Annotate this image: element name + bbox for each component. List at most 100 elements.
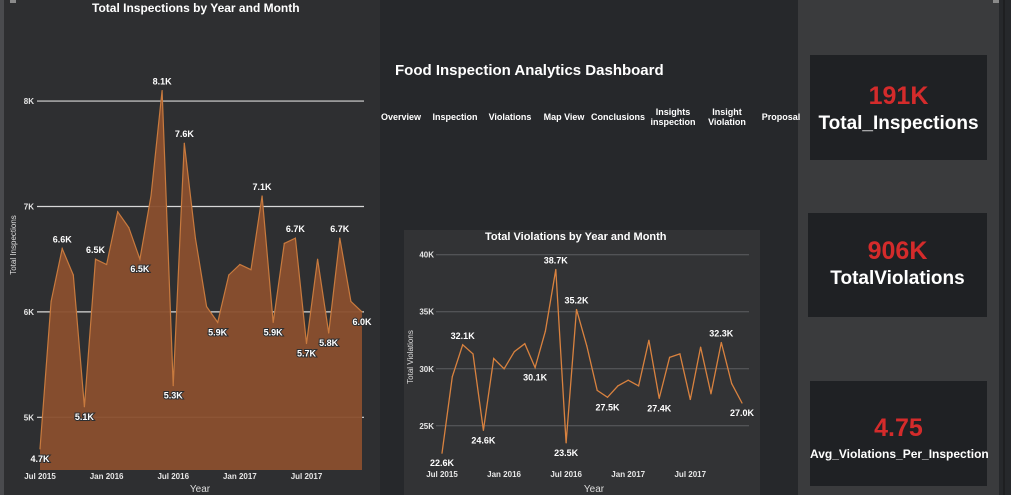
data-label: 27.5K <box>596 402 621 412</box>
data-label: 7.1K <box>253 182 273 192</box>
y-tick-label: 25K <box>419 422 434 431</box>
data-point <box>328 332 330 334</box>
data-point <box>648 339 650 341</box>
data-point <box>83 406 86 408</box>
data-point <box>228 274 230 276</box>
data-point <box>150 195 152 197</box>
x-tick-label: Jan 2017 <box>223 472 257 481</box>
data-label: 5.9K <box>264 327 284 337</box>
data-point <box>72 274 74 276</box>
data-point <box>637 385 640 387</box>
x-tick-label: Jul 2017 <box>291 472 323 481</box>
nav-bar: Overview Inspection Violations Map View … <box>380 101 800 141</box>
data-label: 6.5K <box>86 245 106 255</box>
nav-map-view[interactable]: Map View <box>544 112 585 122</box>
data-point <box>217 321 219 324</box>
data-label: 27.4K <box>647 403 672 413</box>
dashboard-title: Food Inspection Analytics Dashboard <box>395 62 664 79</box>
data-point <box>606 396 609 398</box>
data-label: 7.6K <box>175 129 195 139</box>
kpi-total-violations-value: 906K <box>867 237 928 265</box>
data-label: 35.2K <box>564 295 589 305</box>
y-tick-label: 30K <box>419 365 434 374</box>
data-point <box>261 195 263 197</box>
data-label: 38.7K <box>544 256 569 266</box>
nav-proposal[interactable]: Proposal <box>762 112 801 122</box>
data-point <box>710 393 712 395</box>
data-point <box>513 351 516 353</box>
y-tick-label: 7K <box>24 202 34 211</box>
right-edge-strip <box>999 0 1011 495</box>
data-point <box>741 402 743 404</box>
kpi-card-total-violations: 906K TotalViolations <box>808 213 987 317</box>
data-point <box>555 268 557 271</box>
y-tick-label: 5K <box>24 413 34 422</box>
data-point <box>139 258 141 260</box>
data-point <box>350 300 352 302</box>
data-point <box>39 448 41 450</box>
data-point <box>462 344 464 346</box>
data-point <box>731 382 733 385</box>
x-tick-label: Jul 2016 <box>550 470 582 479</box>
data-point <box>239 263 241 266</box>
data-point <box>294 237 296 239</box>
x-tick-label: Jan 2016 <box>487 470 521 479</box>
data-point <box>283 242 285 244</box>
nav-overview[interactable]: Overview <box>381 112 421 122</box>
data-point <box>441 452 443 454</box>
data-point <box>627 379 629 381</box>
data-point <box>451 376 453 378</box>
x-tick-label: Jan 2016 <box>90 472 124 481</box>
y-tick-label: 6K <box>24 308 34 317</box>
data-point <box>50 300 52 302</box>
data-point <box>544 330 547 332</box>
data-point <box>117 211 119 213</box>
data-label: 4.7K <box>30 454 50 464</box>
x-tick-label: Jul 2015 <box>426 470 458 479</box>
y-axis-label: Total Violations <box>406 330 415 384</box>
data-point <box>172 385 174 387</box>
nav-violations[interactable]: Violations <box>489 112 532 122</box>
kpi-avg-violations-label: Avg_Violations_Per_Inspection <box>810 447 989 461</box>
data-label: 32.1K <box>451 331 476 341</box>
right-divider <box>1003 0 1005 495</box>
y-tick-label: 40K <box>419 251 434 260</box>
data-point <box>617 385 619 387</box>
data-point <box>339 237 341 239</box>
data-label: 5.8K <box>319 338 339 348</box>
nav-insight-violation-line1: Insight <box>712 107 742 117</box>
data-point <box>700 346 702 348</box>
x-tick-label: Jan 2017 <box>611 470 645 479</box>
data-point <box>161 89 163 92</box>
nav-insights-inspection[interactable]: Insights inspection <box>650 107 695 127</box>
data-point <box>472 353 474 355</box>
data-point <box>493 357 495 360</box>
nav-insight-violation[interactable]: Insight Violation <box>708 107 746 127</box>
nav-conclusions[interactable]: Conclusions <box>591 112 645 122</box>
data-point <box>194 237 197 239</box>
nav-inspection[interactable]: Inspection <box>432 112 477 122</box>
x-tick-label: Jul 2016 <box>157 472 189 481</box>
inspections-area-chart: 5K 6K 7K 8K 4.7K 6.6K 5.1K 6.5K 6.5K 8.1K 5.3K 7.6K… <box>9 76 373 495</box>
x-tick-label: Jul 2017 <box>674 470 706 479</box>
data-label: 5.7K <box>297 349 317 359</box>
data-label: 32.3K <box>709 329 734 339</box>
x-axis-label: Year <box>584 484 605 495</box>
data-label: 5.3K <box>164 391 184 401</box>
data-point <box>106 263 108 266</box>
data-point <box>61 248 63 250</box>
data-point <box>596 389 598 392</box>
x-axis-label: Year <box>190 484 211 495</box>
data-point <box>503 368 505 370</box>
data-label: 6.7K <box>330 224 350 234</box>
data-label: 24.6K <box>471 435 496 445</box>
y-tick-label: 35K <box>419 308 434 317</box>
data-label: 5.1K <box>75 412 95 422</box>
data-point <box>183 142 185 144</box>
data-point <box>272 321 274 324</box>
data-point <box>482 429 484 431</box>
data-label: 22.6K <box>430 458 455 468</box>
data-label: 6.6K <box>53 235 73 245</box>
kpi-total-inspections-value: 191K <box>868 82 929 110</box>
data-point <box>689 398 691 401</box>
